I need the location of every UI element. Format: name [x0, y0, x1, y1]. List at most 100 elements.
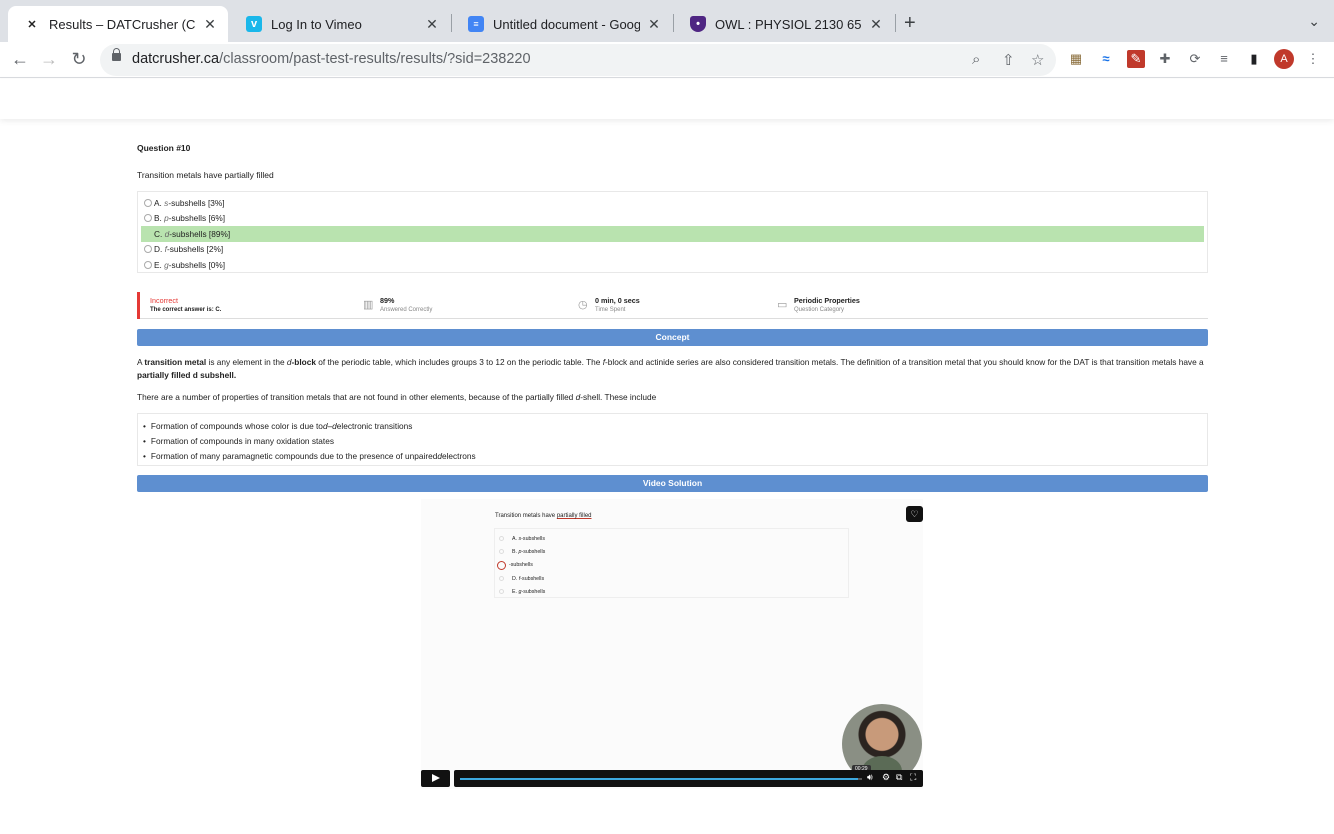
- browser-tab-bar: ✕ Results – DATCrusher (Canadia ✕ v Log …: [0, 0, 1334, 42]
- site-header: [0, 79, 1334, 119]
- tab-google-docs[interactable]: ≡ Untitled document - Google Do ✕: [452, 6, 672, 42]
- status-text: Incorrect: [150, 296, 178, 305]
- back-arrow-icon[interactable]: ←: [9, 49, 31, 70]
- answer-option-e: E. g -subshells [0%]: [141, 257, 1204, 273]
- profile-avatar[interactable]: A: [1274, 49, 1294, 69]
- tab-owl[interactable]: • OWL : PHYSIOL 2130 650 SU22 ✕: [674, 6, 894, 42]
- answer-option-c-correct: C. d -subshells [89%]: [141, 226, 1204, 242]
- google-docs-icon: ≡: [468, 16, 484, 32]
- result-status-bar: [137, 292, 140, 319]
- datcrusher-icon: ✕: [27, 18, 37, 31]
- tab-datcrusher[interactable]: ✕ Results – DATCrusher (Canadia ✕: [8, 6, 228, 42]
- like-heart-icon[interactable]: ♡: [906, 506, 923, 522]
- zoom-magnifier-icon[interactable]: ⌕: [972, 51, 980, 68]
- settings-gear-icon[interactable]: ⚙: [882, 772, 890, 783]
- text: Formation of compounds in many oxidation…: [150, 435, 334, 446]
- list-item: Formation of compounds whose color is du…: [143, 418, 1202, 433]
- option-label: -subshells: [521, 588, 546, 595]
- italic-term: d–d: [322, 420, 337, 431]
- share-icon[interactable]: ⇧: [1002, 51, 1015, 69]
- correct-answer-text: The correct answer is: C.: [150, 307, 222, 313]
- close-tab-icon[interactable]: ✕: [202, 16, 218, 33]
- tab-vimeo[interactable]: v Log In to Vimeo ✕: [230, 6, 450, 42]
- answered-correctly-label: Answered Correctly: [380, 307, 433, 313]
- radio-icon: [144, 198, 152, 207]
- pdf-extension-icon[interactable]: ✎: [1127, 50, 1145, 68]
- option-label: -subshells: [521, 535, 546, 542]
- forward-arrow-icon[interactable]: →: [38, 49, 60, 70]
- time-spent-label: Time Spent: [595, 307, 626, 313]
- list-item: Formation of compounds in many oxidation…: [143, 433, 1202, 448]
- close-tab-icon[interactable]: ✕: [868, 16, 884, 33]
- bold-term: partially filled d subshell.: [137, 370, 237, 380]
- video-option: E. g -subshells: [499, 585, 844, 598]
- radio-icon: [144, 260, 152, 269]
- underlined-text: partially filled: [556, 513, 592, 519]
- properties-list: Formation of compounds whose color is du…: [137, 413, 1208, 466]
- option-label: -subshells [0%]: [168, 259, 226, 270]
- kebab-menu-icon[interactable]: ⋮: [1304, 50, 1322, 68]
- owl-icon: •: [690, 16, 706, 32]
- option-label: -subshells [6%]: [168, 213, 226, 224]
- sync-extension-icon[interactable]: ⟳: [1186, 50, 1204, 68]
- video-answer-options: A. s -subshells B. p -subshells -subshells…: [494, 528, 849, 598]
- radio-icon: [499, 589, 504, 595]
- wave-extension-icon[interactable]: ≈: [1097, 50, 1115, 68]
- video-option: B. p -subshells: [499, 545, 844, 558]
- answer-option-a: A. s -subshells [3%]: [141, 195, 1204, 211]
- option-label: -subshells [89%]: [169, 228, 231, 239]
- radio-icon: [499, 549, 504, 555]
- tab-search-chevron-icon[interactable]: ⌄: [1308, 13, 1320, 30]
- play-button[interactable]: [421, 770, 450, 787]
- bold-term: -block: [291, 357, 316, 367]
- time-spent-stat: ◷ 0 min, 0 secs Time Spent: [578, 296, 640, 313]
- puzzle-extensions-icon[interactable]: ✚: [1156, 50, 1174, 68]
- answer-option-d: D. f -subshells [2%]: [141, 242, 1204, 258]
- list-item: Formation of many paramagnetic compounds…: [143, 449, 1202, 464]
- result-status: Incorrect The correct answer is: C.: [150, 296, 221, 313]
- side-panel-icon[interactable]: ▮: [1245, 50, 1263, 68]
- option-letter: B.: [512, 548, 518, 555]
- close-tab-icon[interactable]: ✕: [424, 16, 440, 33]
- new-tab-plus-icon[interactable]: +: [904, 12, 916, 35]
- annotation-circle-icon: [497, 560, 506, 570]
- bookmark-star-icon[interactable]: ☆: [1031, 51, 1044, 69]
- video-option: -subshells: [497, 559, 844, 572]
- video-player[interactable]: Transition metals have partially filled …: [421, 499, 923, 789]
- bold-term: transition metal: [144, 357, 207, 367]
- text: Formation of compounds whose color is du…: [150, 420, 323, 431]
- question-number: Question #10: [137, 143, 191, 153]
- lock-icon: [112, 48, 121, 61]
- fullscreen-icon[interactable]: ⛶: [910, 772, 916, 783]
- option-letter: A.: [154, 197, 162, 208]
- concept-header: Concept: [137, 329, 1208, 346]
- media-queue-icon[interactable]: ≡: [1215, 50, 1233, 68]
- url-path: /classroom/past-test-results/results/?si…: [219, 51, 531, 67]
- clock-icon: ◷: [578, 299, 588, 311]
- text: Transition metals have: [495, 513, 557, 519]
- text: -shell. These include: [580, 392, 657, 402]
- tab-title: OWL : PHYSIOL 2130 650 SU22: [715, 16, 862, 32]
- radio-icon: [499, 576, 504, 582]
- tab-title: Log In to Vimeo: [271, 16, 362, 32]
- reload-icon[interactable]: ↻: [68, 49, 90, 70]
- progress-fill: [460, 778, 858, 780]
- browser-toolbar: ← → ↻ datcrusher.ca/classroom/past-test-…: [0, 42, 1334, 78]
- radio-icon: [144, 245, 152, 254]
- category-label: Question Category: [794, 307, 845, 313]
- text: Formation of many paramagnetic compounds…: [150, 451, 438, 462]
- calculator-extension-icon[interactable]: ▦: [1067, 50, 1085, 68]
- progress-track[interactable]: [460, 778, 862, 780]
- vimeo-icon: v: [246, 16, 262, 32]
- option-label: -subshells: [521, 548, 546, 555]
- volume-icon[interactable]: 🔊︎: [867, 772, 873, 783]
- close-tab-icon[interactable]: ✕: [646, 16, 662, 33]
- option-letter: E.: [154, 259, 162, 270]
- option-label: -subshells [3%]: [168, 197, 225, 208]
- option-label: -subshells [2%]: [166, 244, 224, 255]
- radio-icon: [499, 536, 504, 542]
- address-bar[interactable]: datcrusher.ca/classroom/past-test-result…: [100, 44, 1056, 76]
- text: electrons: [441, 451, 476, 462]
- option-letter: D.: [154, 244, 163, 255]
- picture-in-picture-icon[interactable]: ⧉: [896, 772, 902, 783]
